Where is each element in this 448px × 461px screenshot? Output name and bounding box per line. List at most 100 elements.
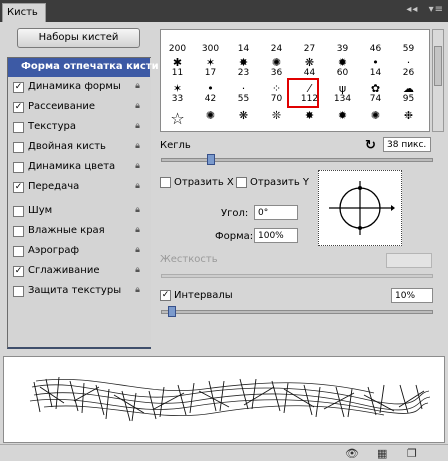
option-checkbox[interactable]: ✓ bbox=[13, 182, 24, 193]
option-checkbox[interactable] bbox=[13, 162, 24, 173]
lock-icon[interactable]: 🔒︎ bbox=[132, 245, 143, 257]
grid-scrollbar[interactable] bbox=[432, 29, 444, 132]
scrollbar-thumb[interactable] bbox=[434, 46, 442, 86]
brush-tip[interactable]: · 55 bbox=[229, 81, 258, 104]
brush-tip[interactable]: ✶ 17 bbox=[196, 55, 225, 78]
brush-tip[interactable]: • 42 bbox=[196, 81, 225, 104]
lock-icon[interactable]: 🔒︎ bbox=[132, 141, 143, 153]
brush-shape-icon: ✸ bbox=[304, 109, 315, 122]
option-label: Динамика цвета bbox=[28, 161, 116, 172]
brush-tip[interactable]: 27 bbox=[295, 31, 324, 54]
brush-tip[interactable]: ✹ bbox=[328, 108, 357, 131]
brush-size: 33 bbox=[171, 94, 184, 104]
brush-tip[interactable]: ❋ bbox=[229, 108, 258, 131]
brush-tip[interactable]: ✺ bbox=[361, 108, 390, 131]
option-checkbox[interactable]: ✓ bbox=[13, 82, 24, 93]
option-checkbox[interactable]: ✓ bbox=[13, 266, 24, 277]
lock-icon[interactable]: 🔒︎ bbox=[132, 265, 143, 277]
size-input[interactable]: 38 пикс. bbox=[383, 137, 431, 152]
option-wet-edges[interactable]: Влажные края 🔒︎ bbox=[8, 222, 150, 241]
size-label: Кегль bbox=[160, 140, 191, 151]
brush-tip[interactable]: ❊ bbox=[262, 108, 291, 131]
size-slider-knob[interactable] bbox=[207, 154, 215, 165]
brush-tip[interactable]: ψ 134 bbox=[328, 81, 357, 104]
brush-tip[interactable]: ❋ 44 bbox=[295, 55, 324, 78]
option-texture[interactable]: Текстура 🔒︎ bbox=[8, 118, 150, 137]
option-shape-dynamics[interactable]: ✓ Динамика формы 🔒︎ bbox=[8, 78, 150, 97]
reset-icon[interactable]: ↻ bbox=[365, 138, 376, 153]
lock-icon[interactable]: 🔒︎ bbox=[132, 181, 143, 193]
lock-icon[interactable]: 🔒︎ bbox=[132, 205, 143, 217]
roundness-input[interactable]: 100% bbox=[254, 228, 298, 243]
option-checkbox[interactable] bbox=[13, 142, 24, 153]
option-transfer[interactable]: ✓ Передача 🔒︎ bbox=[8, 178, 150, 197]
spacing-slider-knob[interactable] bbox=[168, 306, 176, 317]
option-dual-brush[interactable]: Двойная кисть 🔒︎ bbox=[8, 138, 150, 157]
brush-tip[interactable]: · 26 bbox=[394, 55, 423, 78]
brush-toggle-icon[interactable]: 👁︎ bbox=[345, 447, 359, 460]
lock-icon[interactable]: 🔒︎ bbox=[132, 225, 143, 237]
brush-presets-button[interactable]: Наборы кистей bbox=[17, 28, 140, 48]
option-checkbox[interactable] bbox=[13, 206, 24, 217]
option-brush-tip-shape[interactable]: Форма отпечатка кисти bbox=[8, 58, 159, 77]
brush-size: 74 bbox=[369, 94, 382, 104]
brush-tip[interactable]: ✶ 33 bbox=[163, 81, 192, 104]
brush-size: 44 bbox=[303, 68, 316, 78]
spacing-input[interactable]: 10% bbox=[391, 288, 433, 303]
brush-tip[interactable]: ☆ bbox=[163, 108, 192, 131]
brush-tip[interactable]: ✸ bbox=[295, 108, 324, 131]
option-color-dynamics[interactable]: Динамика цвета 🔒︎ bbox=[8, 158, 150, 177]
brush-tip[interactable]: 200 bbox=[163, 31, 192, 54]
option-scattering[interactable]: ✓ Рассеивание 🔒︎ bbox=[8, 98, 150, 117]
brush-tip[interactable]: ✺ 36 bbox=[262, 55, 291, 78]
panel-menu-icon[interactable]: ▾≡ bbox=[429, 4, 444, 15]
lock-icon[interactable]: 🔒︎ bbox=[132, 285, 143, 297]
brush-size: 200 bbox=[168, 44, 187, 54]
spacing-slider[interactable] bbox=[161, 310, 433, 314]
option-label: Рассеивание bbox=[28, 101, 96, 112]
panel-titlebar: Кисть ◂◂ ▾≡ bbox=[0, 0, 448, 22]
grid-icon[interactable]: ▦ bbox=[377, 447, 387, 460]
option-checkbox[interactable] bbox=[13, 286, 24, 297]
option-checkbox[interactable]: ✓ bbox=[13, 102, 24, 113]
brush-tip[interactable]: ✿ 74 bbox=[361, 81, 390, 104]
new-preset-icon[interactable]: ❐ bbox=[407, 447, 417, 460]
collapse-icon[interactable]: ◂◂ bbox=[406, 4, 418, 15]
option-checkbox[interactable] bbox=[13, 122, 24, 133]
tab-brush[interactable]: Кисть bbox=[2, 3, 46, 22]
option-airbrush[interactable]: Аэрограф 🔒︎ bbox=[8, 242, 150, 261]
option-checkbox[interactable] bbox=[13, 246, 24, 257]
option-noise[interactable]: Шум 🔒︎ bbox=[8, 202, 150, 221]
angle-label: Угол: bbox=[221, 208, 249, 219]
brush-tip[interactable]: 59 bbox=[394, 31, 423, 54]
spacing-checkbox[interactable]: ✓ bbox=[160, 290, 171, 301]
brush-tip[interactable]: ❉ bbox=[394, 108, 423, 131]
flip-y-checkbox[interactable] bbox=[236, 177, 247, 188]
brush-tip[interactable]: 14 bbox=[229, 31, 258, 54]
brush-size: 55 bbox=[237, 94, 250, 104]
lock-icon[interactable]: 🔒︎ bbox=[132, 121, 143, 133]
brush-tip[interactable]: ☁ 95 bbox=[394, 81, 423, 104]
lock-icon[interactable]: 🔒︎ bbox=[132, 101, 143, 113]
brush-tip[interactable]: 300 bbox=[196, 31, 225, 54]
brush-tip[interactable]: ✸ 23 bbox=[229, 55, 258, 78]
angle-input[interactable]: 0° bbox=[254, 205, 298, 220]
brush-size: 300 bbox=[201, 44, 220, 54]
brush-shape-icon: ❊ bbox=[271, 109, 282, 122]
brush-tip[interactable]: 39 bbox=[328, 31, 357, 54]
size-slider[interactable] bbox=[161, 158, 433, 162]
lock-icon[interactable]: 🔒︎ bbox=[132, 81, 143, 93]
brush-tip[interactable]: 24 bbox=[262, 31, 291, 54]
lock-icon[interactable]: 🔒︎ bbox=[132, 161, 143, 173]
brush-tip[interactable]: 46 bbox=[361, 31, 390, 54]
star-icon: ☆ bbox=[170, 109, 185, 128]
option-smoothing[interactable]: ✓ Сглаживание 🔒︎ bbox=[8, 262, 150, 281]
angle-roundness-dial[interactable] bbox=[318, 170, 402, 246]
flip-x-checkbox[interactable] bbox=[160, 177, 171, 188]
brush-tip[interactable]: • 14 bbox=[361, 55, 390, 78]
option-protect-texture[interactable]: Защита текстуры 🔒︎ bbox=[8, 282, 150, 301]
option-checkbox[interactable] bbox=[13, 226, 24, 237]
brush-tip[interactable]: ✹ 60 bbox=[328, 55, 357, 78]
brush-tip[interactable]: ✱ 11 bbox=[163, 55, 192, 78]
brush-tip[interactable]: ✺ bbox=[196, 108, 225, 131]
